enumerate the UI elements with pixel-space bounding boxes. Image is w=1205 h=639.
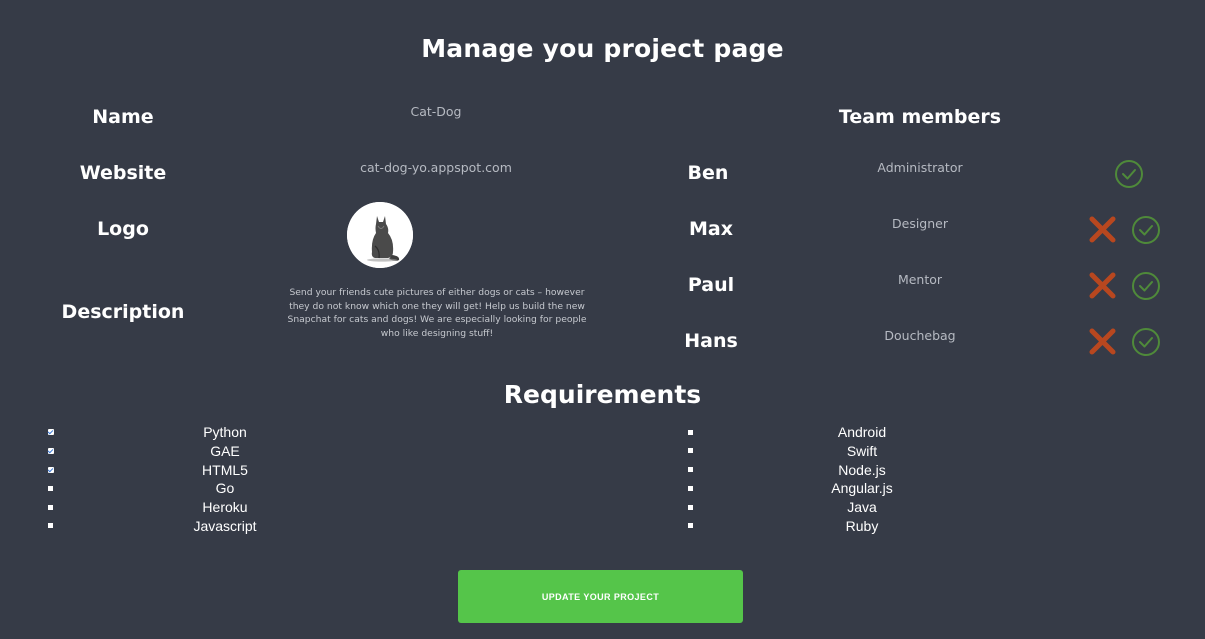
update-project-button[interactable]: UPDATE YOUR PROJECT: [458, 570, 743, 623]
member-role: Designer: [892, 216, 948, 231]
requirement-label: Heroku: [202, 499, 248, 515]
requirement-label: GAE: [210, 443, 240, 459]
cat-icon: [347, 202, 413, 268]
website-value: cat-dog-yo.appspot.com: [360, 160, 512, 175]
requirements-title: Requirements: [503, 380, 702, 409]
requirement-checkbox[interactable]: [688, 467, 693, 472]
requirement-label: Node.js: [838, 462, 886, 478]
requirement-label: HTML5: [202, 462, 248, 478]
requirement-label: Swift: [846, 443, 878, 459]
requirement-checkbox[interactable]: [688, 486, 693, 491]
member-role: Mentor: [897, 272, 943, 287]
requirement-checkbox[interactable]: [48, 523, 53, 528]
requirement-checkbox[interactable]: [48, 505, 53, 510]
page-title: Manage you project page: [421, 34, 784, 63]
team-members-title: Team members: [838, 106, 1002, 128]
requirement-checkbox[interactable]: [48, 467, 54, 473]
requirement-label: Angular.js: [831, 480, 893, 496]
approve-check-icon[interactable]: [1131, 327, 1161, 357]
remove-x-icon[interactable]: [1087, 214, 1118, 245]
requirement-checkbox[interactable]: [48, 486, 53, 491]
member-name: Max: [689, 218, 733, 240]
logo-label: Logo: [97, 218, 149, 240]
requirement-checkbox[interactable]: [688, 430, 693, 435]
requirement-label: Go: [215, 480, 235, 496]
remove-x-icon[interactable]: [1087, 270, 1118, 301]
member-name: Hans: [684, 330, 738, 352]
website-label: Website: [79, 162, 167, 184]
requirement-checkbox[interactable]: [688, 523, 693, 528]
approve-check-icon[interactable]: [1131, 271, 1161, 301]
requirement-label: Ruby: [845, 518, 879, 534]
remove-x-icon[interactable]: [1087, 326, 1118, 357]
approve-check-icon[interactable]: [1114, 159, 1144, 189]
approve-check-icon[interactable]: [1131, 215, 1161, 245]
name-label: Name: [92, 106, 154, 128]
project-name-value: Cat-Dog: [410, 104, 462, 119]
requirement-checkbox[interactable]: [688, 448, 693, 453]
member-role: Administrator: [877, 160, 963, 175]
member-name: Ben: [687, 162, 729, 184]
description-label: Description: [61, 301, 185, 323]
member-role: Douchebag: [884, 328, 956, 343]
project-logo: [347, 202, 413, 268]
requirement-checkbox[interactable]: [688, 505, 693, 510]
member-name: Paul: [687, 274, 735, 296]
requirement-label: Android: [837, 424, 887, 440]
description-text: Send your friends cute pictures of eithe…: [287, 287, 587, 339]
requirement-checkbox[interactable]: [48, 429, 54, 435]
requirement-checkbox[interactable]: [48, 448, 54, 454]
requirement-label: Python: [203, 424, 247, 440]
requirement-label: Java: [847, 499, 877, 515]
requirement-label: Javascript: [193, 518, 257, 534]
